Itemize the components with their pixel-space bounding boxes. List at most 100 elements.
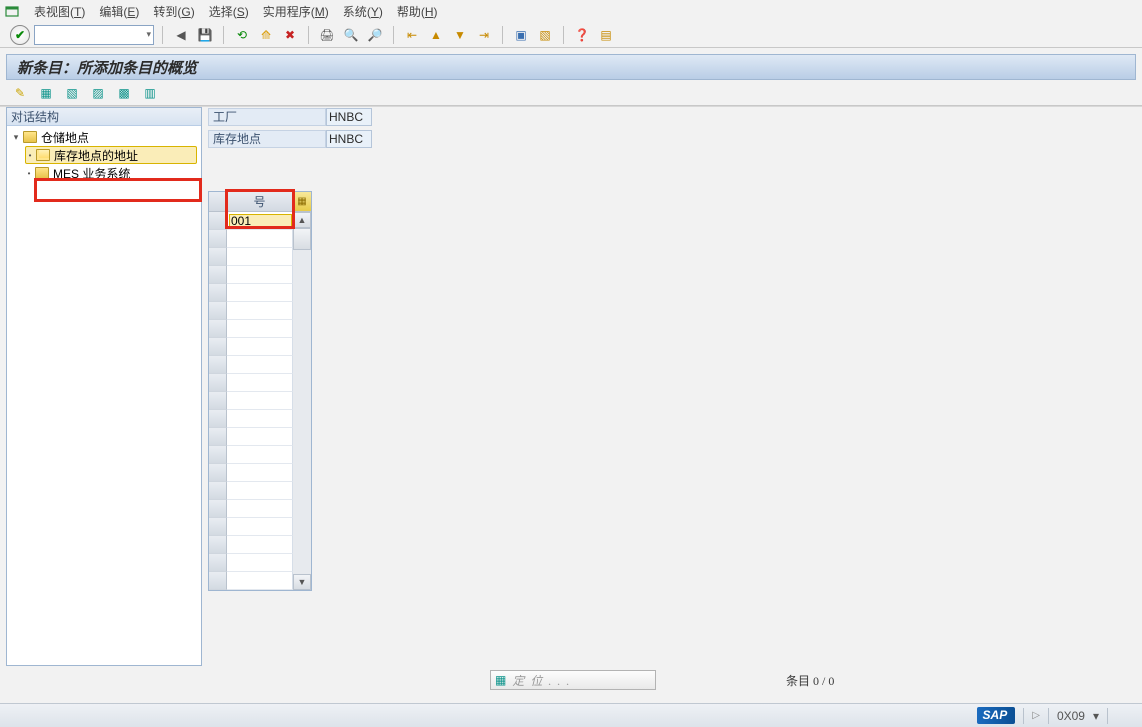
row-selector[interactable] bbox=[209, 572, 227, 590]
cell-empty[interactable] bbox=[227, 248, 293, 266]
cancel-icon[interactable]: ✖ bbox=[280, 25, 300, 45]
print-app-icon[interactable]: ▥ bbox=[140, 83, 160, 103]
table-row[interactable] bbox=[209, 554, 293, 572]
select-block-icon[interactable]: ▧ bbox=[62, 83, 82, 103]
find-icon[interactable]: 🔍 bbox=[341, 25, 361, 45]
row-selector[interactable] bbox=[209, 302, 227, 320]
table-row[interactable] bbox=[209, 212, 293, 230]
help-icon[interactable]: ❓ bbox=[572, 25, 592, 45]
row-selector[interactable] bbox=[209, 536, 227, 554]
cell-empty[interactable] bbox=[227, 320, 293, 338]
select-all-icon[interactable]: ▦ bbox=[36, 83, 56, 103]
cell-empty[interactable] bbox=[227, 554, 293, 572]
prev-page-icon[interactable]: ▲ bbox=[426, 25, 446, 45]
table-row[interactable] bbox=[209, 356, 293, 374]
deselect-icon[interactable]: ▨ bbox=[88, 83, 108, 103]
row-selector[interactable] bbox=[209, 446, 227, 464]
table-row[interactable] bbox=[209, 428, 293, 446]
next-page-icon[interactable]: ▼ bbox=[450, 25, 470, 45]
table-row[interactable] bbox=[209, 464, 293, 482]
twisty-icon[interactable]: ▾ bbox=[11, 132, 21, 143]
scroll-thumb[interactable] bbox=[293, 228, 311, 250]
table-row[interactable] bbox=[209, 518, 293, 536]
cell-empty[interactable] bbox=[227, 266, 293, 284]
row-selector[interactable] bbox=[209, 356, 227, 374]
position-button[interactable]: ▦ 定位... bbox=[490, 670, 656, 690]
cell-empty[interactable] bbox=[227, 392, 293, 410]
table-row[interactable] bbox=[209, 410, 293, 428]
cell-empty[interactable] bbox=[227, 572, 293, 590]
cell-empty[interactable] bbox=[227, 374, 293, 392]
table-row[interactable] bbox=[209, 536, 293, 554]
row-selector[interactable] bbox=[209, 374, 227, 392]
back-green-icon[interactable]: ⟲ bbox=[232, 25, 252, 45]
grid-corner[interactable] bbox=[209, 192, 227, 212]
row-selector[interactable] bbox=[209, 248, 227, 266]
tree-node-mes[interactable]: • MES 业务系统 bbox=[25, 164, 201, 182]
layout-icon[interactable]: ▤ bbox=[596, 25, 616, 45]
row-selector[interactable] bbox=[209, 284, 227, 302]
grid-col-number[interactable]: 号 bbox=[227, 192, 293, 212]
row-selector[interactable] bbox=[209, 230, 227, 248]
exit-icon[interactable]: ⟰ bbox=[256, 25, 276, 45]
cell-empty[interactable] bbox=[227, 356, 293, 374]
tree-node-storage-loc[interactable]: ▾ 仓储地点 bbox=[11, 128, 201, 146]
status-play[interactable]: ▷ bbox=[1032, 710, 1040, 721]
status-arrow-icon[interactable]: ▾ bbox=[1093, 709, 1099, 723]
table-row[interactable] bbox=[209, 230, 293, 248]
number-input[interactable] bbox=[229, 214, 292, 228]
tree-node-storage-address[interactable]: • 库存地点的地址 bbox=[25, 146, 197, 164]
cell-empty[interactable] bbox=[227, 446, 293, 464]
menu-view[interactable]: 表视图(T) bbox=[34, 3, 85, 20]
row-selector[interactable] bbox=[209, 518, 227, 536]
row-selector[interactable] bbox=[209, 392, 227, 410]
menu-util[interactable]: 实用程序(M) bbox=[263, 3, 329, 20]
row-selector[interactable] bbox=[209, 554, 227, 572]
table-row[interactable] bbox=[209, 446, 293, 464]
cell-number-0[interactable] bbox=[227, 212, 293, 230]
table-row[interactable] bbox=[209, 374, 293, 392]
table-row[interactable] bbox=[209, 392, 293, 410]
menu-edit[interactable]: 编辑(E) bbox=[99, 3, 139, 20]
back-icon[interactable]: ◀ bbox=[171, 25, 191, 45]
new-session-icon[interactable]: ▣ bbox=[511, 25, 531, 45]
row-selector[interactable] bbox=[209, 500, 227, 518]
cell-empty[interactable] bbox=[227, 536, 293, 554]
change-icon[interactable]: ✎ bbox=[10, 83, 30, 103]
row-selector[interactable] bbox=[209, 482, 227, 500]
table-row[interactable] bbox=[209, 302, 293, 320]
table-row[interactable] bbox=[209, 248, 293, 266]
row-selector[interactable] bbox=[209, 266, 227, 284]
cell-empty[interactable] bbox=[227, 482, 293, 500]
cell-empty[interactable] bbox=[227, 338, 293, 356]
table-row[interactable] bbox=[209, 572, 293, 590]
row-selector[interactable] bbox=[209, 338, 227, 356]
menu-help[interactable]: 帮助(H) bbox=[397, 3, 438, 20]
table-row[interactable] bbox=[209, 284, 293, 302]
row-selector[interactable] bbox=[209, 320, 227, 338]
scroll-down-icon[interactable]: ▼ bbox=[293, 574, 311, 590]
menu-goto[interactable]: 转到(G) bbox=[153, 3, 194, 20]
cell-empty[interactable] bbox=[227, 428, 293, 446]
scroll-track[interactable] bbox=[293, 250, 311, 574]
cell-empty[interactable] bbox=[227, 500, 293, 518]
cell-empty[interactable] bbox=[227, 230, 293, 248]
config-icon[interactable]: ▩ bbox=[114, 83, 134, 103]
command-field[interactable]: ▾ bbox=[34, 25, 154, 45]
table-row[interactable] bbox=[209, 266, 293, 284]
menu-system[interactable]: 系统(Y) bbox=[343, 3, 383, 20]
row-selector[interactable] bbox=[209, 212, 227, 230]
scroll-up-icon[interactable]: ▲ bbox=[293, 212, 311, 228]
table-row[interactable] bbox=[209, 482, 293, 500]
cell-empty[interactable] bbox=[227, 302, 293, 320]
row-selector[interactable] bbox=[209, 464, 227, 482]
grid-config-icon[interactable]: ▦ bbox=[293, 192, 311, 212]
print-icon[interactable]: 🖨 bbox=[317, 25, 337, 45]
row-selector[interactable] bbox=[209, 410, 227, 428]
cell-empty[interactable] bbox=[227, 518, 293, 536]
grid-vscroll[interactable]: ▲ ▼ bbox=[293, 212, 311, 590]
row-selector[interactable] bbox=[209, 428, 227, 446]
cell-empty[interactable] bbox=[227, 464, 293, 482]
cell-empty[interactable] bbox=[227, 284, 293, 302]
menu-select[interactable]: 选择(S) bbox=[209, 3, 249, 20]
